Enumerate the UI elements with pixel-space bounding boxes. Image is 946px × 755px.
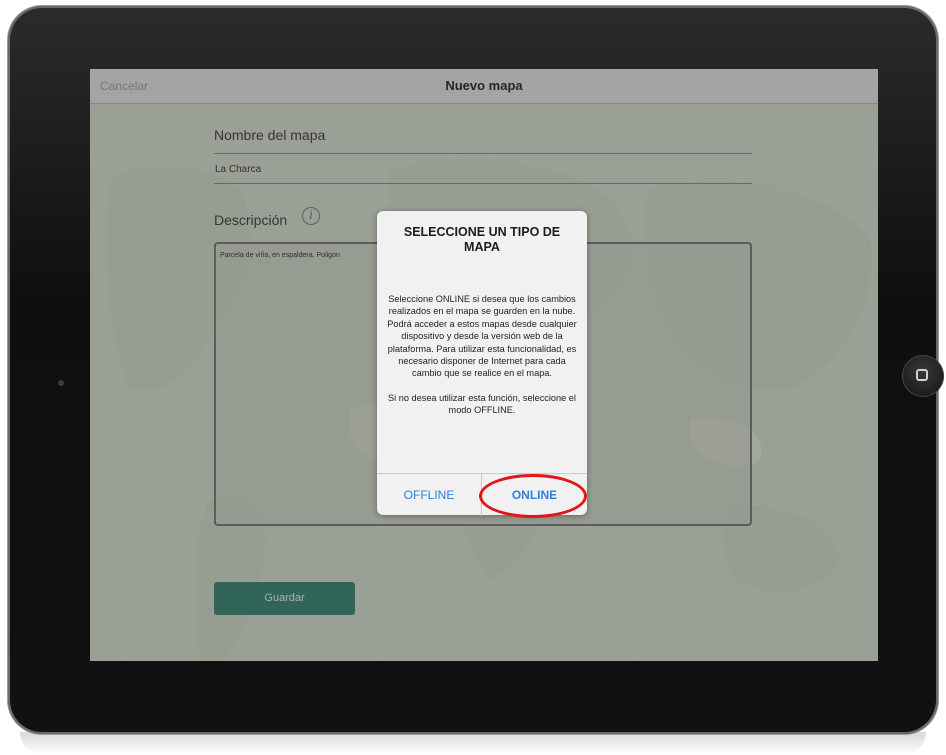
dialog-message-online: Seleccione ONLINE si desea que los cambi… — [387, 294, 577, 379]
offline-button[interactable]: OFFLINE — [377, 474, 482, 516]
device-reflection — [20, 732, 926, 755]
dialog-message: Seleccione ONLINE si desea que los cambi… — [387, 293, 577, 429]
online-button[interactable]: ONLINE — [482, 474, 587, 516]
home-button[interactable] — [902, 355, 944, 397]
map-type-dialog: SELECCIONE UN TIPO DE MAPA Seleccione ON… — [377, 211, 587, 516]
screen: Cancelar Nuevo mapa Nombre del mapa La C… — [90, 69, 878, 661]
camera-icon — [58, 380, 64, 386]
dialog-button-bar: OFFLINE ONLINE — [377, 473, 587, 516]
home-button-icon — [916, 369, 928, 381]
dialog-message-offline: Si no desea utilizar esta función, selec… — [388, 392, 576, 416]
dialog-title: SELECCIONE UN TIPO DE MAPA — [403, 225, 561, 254]
